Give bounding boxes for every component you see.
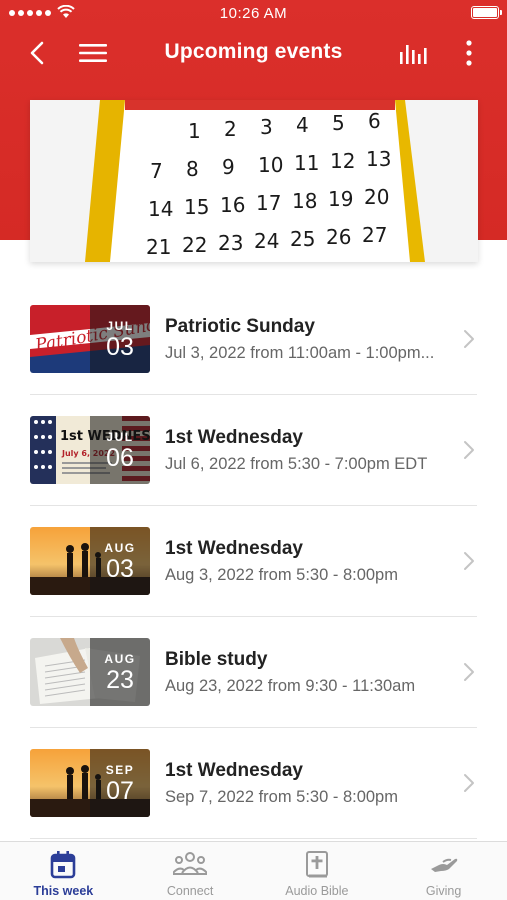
- calendar-day-number: 7: [150, 159, 163, 183]
- event-date-badge: JUL 03: [90, 305, 150, 373]
- event-subtitle: Aug 3, 2022 from 5:30 - 8:00pm: [165, 566, 398, 584]
- events-banner-image: 1 2 3 4 5 6 7 8 9 10 11 12 13 14 15 16 17 18 19 20 21 22 23 24 2…: [30, 100, 478, 262]
- event-thumbnail: 1st WEDNESDAY July 6, 2022 JUL 06: [30, 416, 150, 484]
- tab-label: Connect: [166, 884, 214, 898]
- event-subtitle: Sep 7, 2022 from 5:30 - 8:00pm: [165, 788, 398, 806]
- battery-icon: [471, 6, 502, 19]
- calendar-day-number: 6: [368, 109, 381, 133]
- event-month: JUL: [106, 430, 134, 444]
- calendar-day-number: 24: [254, 229, 279, 253]
- chevron-right-icon: [464, 330, 474, 348]
- event-date-badge: AUG 03: [90, 527, 150, 595]
- event-row[interactable]: AUG 03 1st Wednesday Aug 3, 2022 from 5:…: [0, 506, 507, 617]
- calendar-day-number: 16: [220, 193, 245, 217]
- event-day: 06: [106, 444, 134, 472]
- row-divider: [30, 838, 477, 839]
- calendar-day-number: 5: [332, 111, 345, 135]
- event-row[interactable]: AUG 23 Bible study Aug 23, 2022 from 9:3…: [0, 617, 507, 728]
- event-month: SEP: [105, 763, 135, 777]
- event-thumbnail: AUG 23: [30, 638, 150, 706]
- more-vertical-icon: [466, 40, 472, 66]
- event-title: 1st Wednesday: [165, 538, 303, 559]
- event-month: JUL: [106, 319, 134, 333]
- bar-chart-icon: [400, 45, 427, 64]
- tab-bar: This week Connect Audio Bible Giving: [0, 841, 507, 900]
- event-title: Patriotic Sunday: [165, 316, 315, 337]
- tab-giving[interactable]: Giving: [380, 842, 507, 900]
- event-month: AUG: [104, 541, 136, 555]
- calendar-day-number: 10: [258, 153, 283, 177]
- calendar-illustration: 1 2 3 4 5 67 8 9 10 11 12 1314 15 16 17 18 19 2021 22 23 24 2…: [30, 100, 478, 262]
- calendar-day-number: 17: [256, 191, 281, 215]
- tab-label: Audio Bible: [285, 884, 349, 898]
- bible-icon: [305, 851, 329, 884]
- event-date-badge: JUL 06: [90, 416, 150, 484]
- event-date-badge: AUG 23: [90, 638, 150, 706]
- tab-audio-bible[interactable]: Audio Bible: [254, 842, 381, 900]
- people-icon: [172, 851, 208, 882]
- calendar-day-number: 21: [146, 235, 171, 259]
- nav-bar: Upcoming events: [0, 30, 507, 76]
- event-title: 1st Wednesday: [165, 427, 303, 448]
- more-button[interactable]: [452, 36, 486, 70]
- calendar-day-number: 19: [328, 187, 353, 211]
- event-row[interactable]: SEP 07 1st Wednesday Sep 7, 2022 from 5:…: [0, 728, 507, 839]
- calendar-day-number: 23: [218, 231, 243, 255]
- chevron-right-icon: [464, 552, 474, 570]
- event-row[interactable]: 1st WEDNESDAY July 6, 2022 JUL 06 1st We…: [0, 395, 507, 506]
- event-thumbnail: AUG 03: [30, 527, 150, 595]
- event-subtitle: Jul 6, 2022 from 5:30 - 7:00pm EDT: [165, 455, 428, 473]
- calendar-day-number: 26: [326, 225, 351, 249]
- event-thumbnail: SEP 07: [30, 749, 150, 817]
- event-day: 03: [106, 333, 134, 361]
- calendar-day-number: 2: [224, 117, 237, 141]
- event-list: Patriotic Sunday JUL 03 Patriotic Sunday…: [0, 284, 507, 839]
- event-subtitle: Aug 23, 2022 from 9:30 - 11:30am: [165, 677, 416, 695]
- calendar-day-number: 1: [188, 119, 201, 143]
- calendar-day-number: 20: [364, 185, 389, 209]
- calendar-day-number: 4: [296, 113, 309, 137]
- calendar-day-number: 15: [184, 195, 209, 219]
- calendar-day-number: 12: [330, 149, 355, 173]
- chevron-right-icon: [464, 774, 474, 792]
- calendar-day-number: 22: [182, 233, 207, 257]
- calendar-day-number: 18: [292, 189, 317, 213]
- stats-button[interactable]: [397, 36, 431, 70]
- event-month: AUG: [104, 652, 136, 666]
- calendar-day-number: 14: [148, 197, 173, 221]
- tab-label: This week: [33, 884, 94, 898]
- tab-label: Giving: [425, 884, 462, 898]
- event-date-badge: SEP 07: [90, 749, 150, 817]
- calendar-icon: [50, 851, 76, 884]
- chevron-right-icon: [464, 663, 474, 681]
- tab-connect[interactable]: Connect: [127, 842, 254, 900]
- calendar-day-number: 8: [186, 157, 199, 181]
- event-day: 03: [106, 555, 134, 583]
- event-row[interactable]: Patriotic Sunday JUL 03 Patriotic Sunday…: [0, 284, 507, 395]
- calendar-day-number: 13: [366, 147, 391, 171]
- calendar-day-number: 25: [290, 227, 315, 251]
- status-time: 10:26 AM: [219, 5, 288, 22]
- calendar-day-number: 9: [222, 155, 235, 179]
- chevron-right-icon: [464, 441, 474, 459]
- calendar-day-number: 11: [294, 151, 319, 175]
- calendar-day-number: 3: [260, 115, 273, 139]
- status-bar: 10:26 AM: [0, 0, 507, 28]
- event-thumbnail: Patriotic Sunday JUL 03: [30, 305, 150, 373]
- event-day: 07: [106, 777, 134, 805]
- calendar-day-number: 27: [362, 223, 387, 247]
- tab-this-week[interactable]: This week: [0, 842, 127, 900]
- giving-hand-icon: [429, 851, 459, 882]
- event-subtitle: Jul 3, 2022 from 11:00am - 1:00pm...: [165, 344, 435, 362]
- event-title: 1st Wednesday: [165, 760, 303, 781]
- event-title: Bible study: [165, 649, 268, 670]
- event-day: 23: [106, 666, 134, 694]
